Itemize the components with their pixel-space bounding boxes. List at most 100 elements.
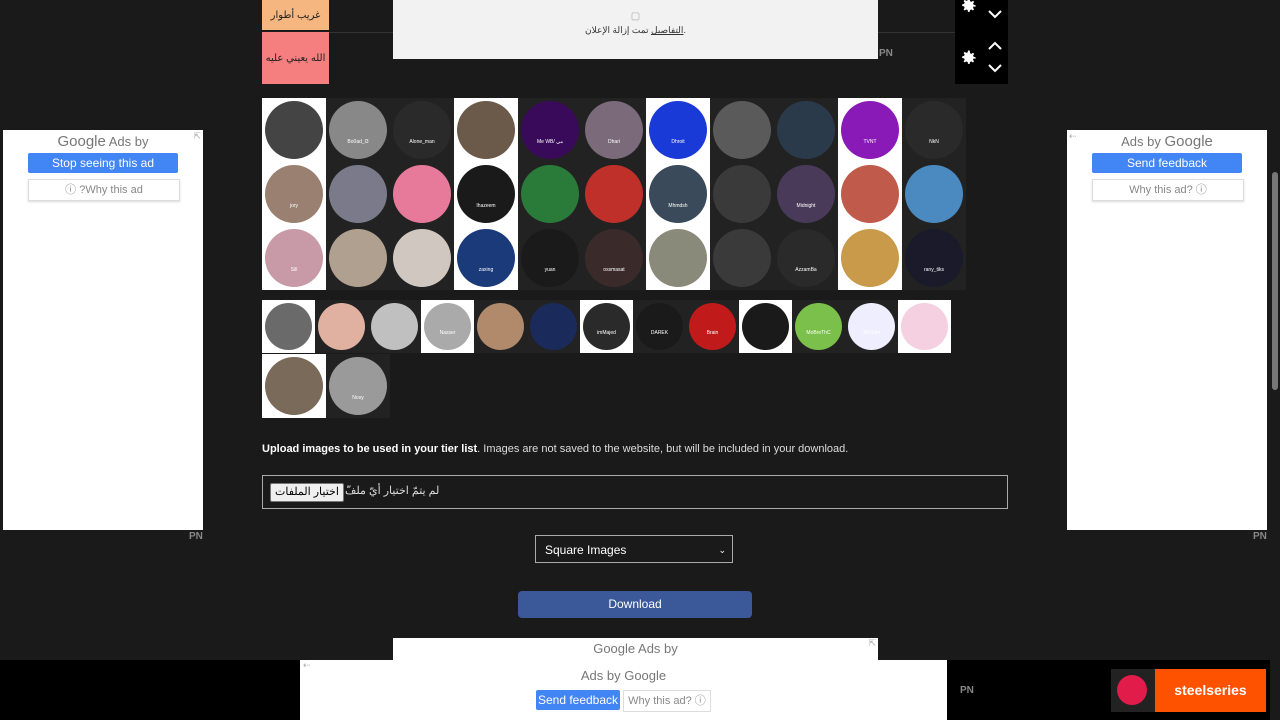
bottom-ad: ⇠ Ads by Google Send feedback Why this a… bbox=[300, 660, 947, 720]
pool-image[interactable]: Nosy bbox=[326, 354, 390, 418]
ad-arrow-icon[interactable]: ⇱ bbox=[868, 632, 876, 654]
pool-image[interactable] bbox=[262, 300, 315, 353]
pool-image[interactable] bbox=[710, 162, 774, 226]
google-logo: Google bbox=[57, 133, 106, 150]
chevron-down-icon[interactable] bbox=[986, 62, 1004, 74]
right-side-ad: ⇠ Ads by Google Send feedback Why this a… bbox=[1067, 130, 1267, 530]
pool-image[interactable] bbox=[326, 162, 390, 226]
pool-image[interactable]: Sill bbox=[262, 226, 326, 290]
pool-image-caption: MoBreThC bbox=[806, 330, 831, 336]
pool-image[interactable] bbox=[838, 226, 902, 290]
pool-image[interactable] bbox=[710, 98, 774, 162]
pool-image[interactable]: Mhmdsh bbox=[646, 162, 710, 226]
ad-header: Ads by Google bbox=[580, 668, 667, 683]
pool-image[interactable]: yuan bbox=[518, 226, 582, 290]
why-this-ad-button[interactable]: Why this ad? ⓘ bbox=[623, 690, 711, 712]
pool-image-caption: Nosy bbox=[352, 395, 364, 401]
pool-image-caption: imMajed bbox=[597, 330, 616, 336]
ad-details-link[interactable]: التفاصيل bbox=[651, 25, 683, 35]
pool-image[interactable] bbox=[518, 162, 582, 226]
pool-image[interactable]: zaxing bbox=[454, 226, 518, 290]
pool-image[interactable] bbox=[739, 300, 792, 353]
pool-image[interactable]: Me WB/ مي bbox=[518, 98, 582, 162]
image-shape-select[interactable]: Square Images ⌄ bbox=[535, 535, 733, 563]
pool-image[interactable] bbox=[315, 300, 368, 353]
pool-image-caption: Brain bbox=[706, 330, 719, 336]
choose-files-button[interactable]: اختيار الملفات bbox=[270, 483, 344, 502]
ad-header: Ads by Google bbox=[1121, 133, 1213, 150]
why-this-ad-button[interactable]: ⓘ ?Why this ad bbox=[28, 179, 180, 201]
send-feedback-button[interactable]: Send feedback bbox=[536, 690, 620, 710]
pool-image-caption: Sill bbox=[290, 267, 298, 273]
pool-image-caption: zaxing bbox=[478, 267, 494, 273]
pool-image-caption: AzzamBa bbox=[795, 267, 817, 273]
chevron-up-icon[interactable] bbox=[986, 40, 1004, 52]
pool-image[interactable]: DAREK bbox=[633, 300, 686, 353]
pool-image[interactable] bbox=[902, 162, 966, 226]
pool-image[interactable] bbox=[898, 300, 951, 353]
tier-label[interactable]: الله يعيني عليه bbox=[262, 32, 329, 84]
pool-image[interactable] bbox=[326, 226, 390, 290]
file-status: لم يتمّ اختيار أيّ ملفّ bbox=[345, 485, 440, 497]
pool-image-caption: Mhmdsh bbox=[668, 203, 688, 209]
gear-icon[interactable] bbox=[958, 48, 978, 68]
pool-image[interactable]: Midnight bbox=[774, 162, 838, 226]
stop-seeing-ad-button[interactable]: Stop seeing this ad bbox=[28, 153, 178, 173]
pool-image[interactable]: Brain bbox=[686, 300, 739, 353]
pool-image-caption: Midnight bbox=[796, 203, 816, 209]
pool-image[interactable]: JArSam bbox=[845, 300, 898, 353]
pool-image[interactable]: MoBreThC bbox=[792, 300, 845, 353]
pool-image[interactable] bbox=[527, 300, 580, 353]
pool-image[interactable] bbox=[368, 300, 421, 353]
ad-icon: ▢ bbox=[630, 11, 641, 22]
pool-image-caption: jory bbox=[289, 203, 299, 209]
pool-image[interactable]: Ihazeem bbox=[454, 162, 518, 226]
pool-image-caption: rany_tiks bbox=[923, 267, 944, 273]
pool-image[interactable]: TVNT bbox=[838, 98, 902, 162]
sponsor-logo[interactable] bbox=[1111, 669, 1155, 712]
pool-image[interactable] bbox=[582, 162, 646, 226]
pool-image[interactable] bbox=[710, 226, 774, 290]
pool-image[interactable]: rany_tiks bbox=[902, 226, 966, 290]
pool-image[interactable] bbox=[474, 300, 527, 353]
pool-image-caption: yuan bbox=[544, 267, 556, 273]
pool-image-caption: Bo0ad_l3 bbox=[347, 139, 369, 145]
tier-label[interactable]: غريب أطوار bbox=[262, 0, 329, 30]
pool-image[interactable]: Alone_man bbox=[390, 98, 454, 162]
pool-image[interactable]: Nasser bbox=[421, 300, 474, 353]
pool-image-caption: Dhari bbox=[608, 139, 620, 145]
pool-image-caption: NkN bbox=[929, 139, 939, 145]
pool-image[interactable] bbox=[390, 226, 454, 290]
pool-image[interactable] bbox=[838, 162, 902, 226]
chevron-down-icon[interactable] bbox=[986, 8, 1004, 20]
pool-image[interactable] bbox=[646, 226, 710, 290]
pool-image[interactable]: Dhroit bbox=[646, 98, 710, 162]
mid-ad: Google Ads by ⇱ bbox=[393, 638, 878, 660]
pool-image[interactable]: AzzamBa bbox=[774, 226, 838, 290]
pool-image[interactable] bbox=[262, 98, 326, 162]
scrollbar-thumb[interactable] bbox=[1272, 172, 1278, 390]
pool-image[interactable]: imMajed bbox=[580, 300, 633, 353]
pool-image[interactable]: jory bbox=[262, 162, 326, 226]
pool-image[interactable]: ossmasat bbox=[582, 226, 646, 290]
pn-mark: PN bbox=[879, 48, 893, 59]
chevron-down-icon: ⌄ bbox=[718, 545, 726, 555]
pool-image[interactable] bbox=[262, 354, 326, 418]
pn-mark: PN bbox=[189, 531, 203, 542]
pool-image[interactable] bbox=[390, 162, 454, 226]
gear-icon[interactable] bbox=[958, 0, 978, 16]
download-button[interactable]: Download bbox=[518, 591, 752, 618]
left-side-ad: ⇱ Google Ads by Stop seeing this ad ⓘ ?W… bbox=[3, 130, 203, 530]
send-feedback-button[interactable]: Send feedback bbox=[1092, 153, 1242, 173]
pool-image-caption: Alone_man bbox=[409, 139, 435, 145]
steelseries-banner[interactable]: steelseries bbox=[1155, 669, 1266, 712]
pool-image[interactable]: Dhari bbox=[582, 98, 646, 162]
why-this-ad-button[interactable]: Why this ad? ⓘ bbox=[1092, 179, 1244, 201]
pool-image[interactable] bbox=[774, 98, 838, 162]
file-input[interactable]: اختيار الملفات لم يتمّ اختيار أيّ ملفّ bbox=[262, 475, 1008, 509]
ad-removed-notice: ▢ التفاصيل تمت إزالة الإعلان. bbox=[393, 0, 878, 59]
pool-image[interactable]: Bo0ad_l3 bbox=[326, 98, 390, 162]
pool-image[interactable] bbox=[454, 98, 518, 162]
pool-image[interactable]: NkN bbox=[902, 98, 966, 162]
upload-instructions: Upload images to be used in your tier li… bbox=[262, 443, 849, 455]
